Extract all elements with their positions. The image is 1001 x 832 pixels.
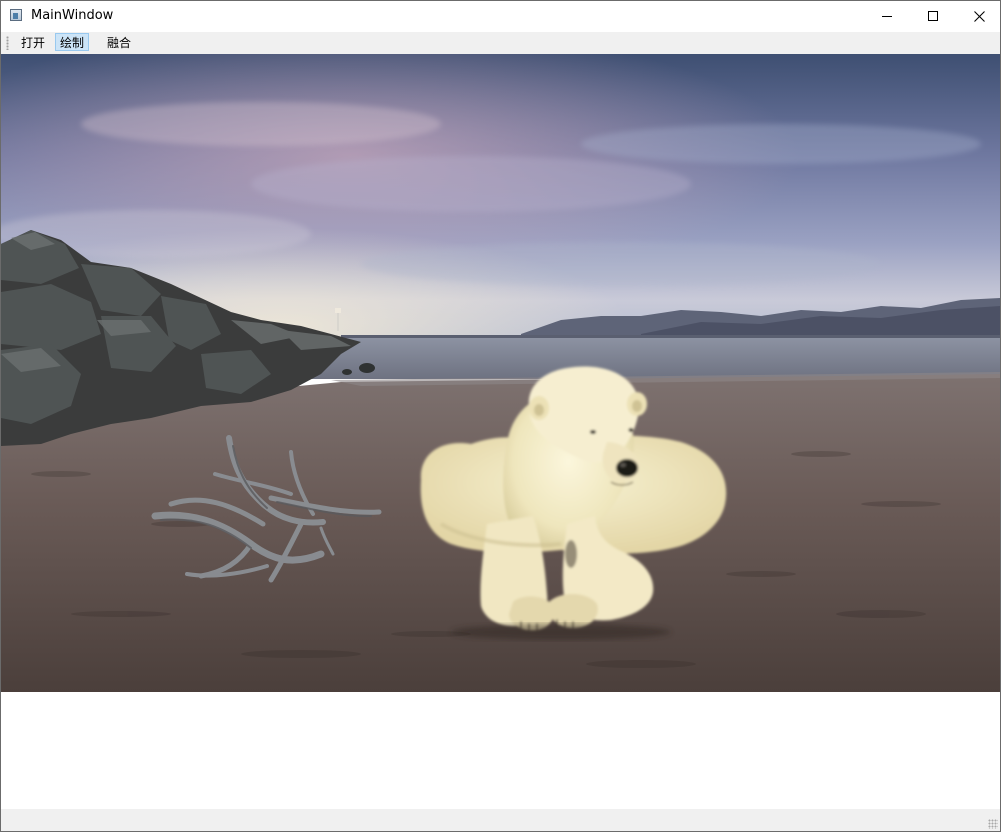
toolbar-grip-handle[interactable] <box>6 36 9 50</box>
maximize-button[interactable] <box>910 1 956 31</box>
blended-image <box>1 54 1000 692</box>
close-button[interactable] <box>956 1 1000 31</box>
image-display-area <box>1 54 1000 692</box>
minimize-icon <box>882 16 892 17</box>
draw-button[interactable]: 绘制 <box>55 33 90 51</box>
status-bar <box>1 809 1000 831</box>
minimize-button[interactable] <box>864 1 910 31</box>
open-button[interactable]: 打开 <box>16 33 50 51</box>
close-icon <box>973 10 985 22</box>
maximize-icon <box>928 11 938 21</box>
window-title: MainWindow <box>31 8 114 23</box>
fuse-button[interactable]: 融合 <box>102 33 136 51</box>
toolbar: 打开 绘制 融合 <box>1 32 1000 54</box>
title-bar[interactable]: MainWindow <box>1 1 1000 31</box>
resize-grip-handle[interactable] <box>988 819 998 829</box>
main-window: MainWindow 打开 绘制 融合 <box>0 0 1001 832</box>
window-app-icon <box>10 9 22 21</box>
